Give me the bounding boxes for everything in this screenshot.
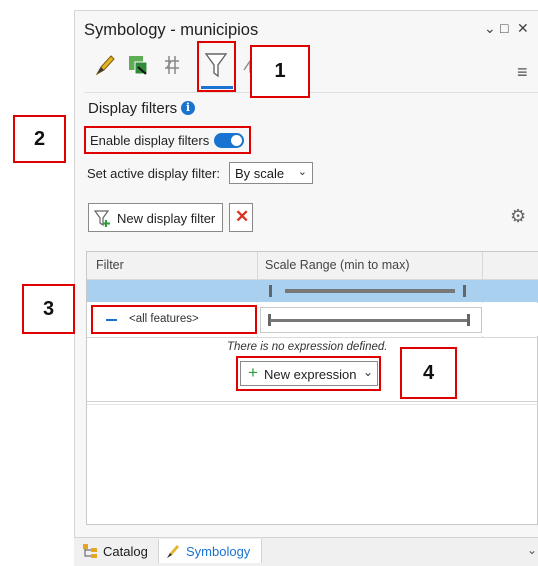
scale-range-bar — [285, 289, 455, 293]
scale-max-handle[interactable] — [467, 314, 470, 326]
close-icon[interactable]: ✕ — [517, 20, 529, 37]
divider — [84, 92, 538, 93]
vary-symbology-icon[interactable] — [124, 50, 152, 80]
info-icon[interactable]: i — [181, 101, 195, 115]
maximize-icon[interactable]: □ — [500, 20, 508, 36]
paintbrush-icon — [167, 545, 179, 558]
callout-box-enable-filters — [84, 126, 251, 154]
no-expression-text: There is no expression defined. — [227, 341, 388, 353]
menu-icon[interactable]: ≡ — [517, 62, 528, 83]
callout-label-3: 3 — [22, 284, 75, 334]
pane-title: Symbology - municipios — [84, 21, 259, 39]
column-header-filter[interactable]: Filter — [96, 258, 124, 272]
callout-label-2: 2 — [13, 115, 66, 163]
callout-label-4: 4 — [400, 347, 457, 399]
new-display-filter-label: New display filter — [117, 211, 216, 226]
scale-min-handle[interactable] — [269, 285, 272, 297]
label-hatch-icon[interactable] — [158, 50, 186, 80]
active-filter-dropdown[interactable]: By scale ⌄ — [229, 162, 313, 184]
active-filter-label: Set active display filter: — [87, 166, 220, 181]
divider — [87, 404, 538, 405]
chevron-down-icon: ⌄ — [297, 166, 307, 178]
chevron-down-icon[interactable]: ⌄ — [527, 543, 537, 557]
divider — [87, 401, 538, 402]
gear-icon[interactable]: ⚙ — [510, 206, 526, 227]
add-filter-icon — [94, 210, 110, 227]
tab-catalog[interactable]: Catalog — [76, 539, 156, 563]
callout-box-new-expression — [236, 356, 381, 391]
delete-filter-button[interactable]: ✕ — [229, 203, 253, 232]
tab-symbology-label: Symbology — [186, 543, 251, 559]
column-header-scale-range[interactable]: Scale Range (min to max) — [265, 258, 410, 272]
delete-icon: ✕ — [235, 207, 250, 226]
callout-label-1: 1 — [250, 45, 310, 98]
paintbrush-icon[interactable] — [91, 50, 119, 80]
row-divider — [87, 337, 538, 338]
scale-range-bar — [270, 319, 468, 322]
active-filter-value: By scale — [235, 166, 285, 181]
tab-symbology[interactable]: Symbology — [158, 539, 262, 563]
tab-catalog-label: Catalog — [103, 543, 148, 559]
catalog-icon — [83, 544, 97, 558]
chevron-down-icon[interactable]: ⌄ — [484, 20, 496, 37]
callout-box-filter-tab — [197, 41, 236, 92]
new-display-filter-button[interactable]: New display filter — [88, 203, 223, 232]
scale-max-handle[interactable] — [463, 285, 466, 297]
section-title: Display filters — [88, 100, 178, 117]
callout-box-all-features — [91, 305, 257, 334]
